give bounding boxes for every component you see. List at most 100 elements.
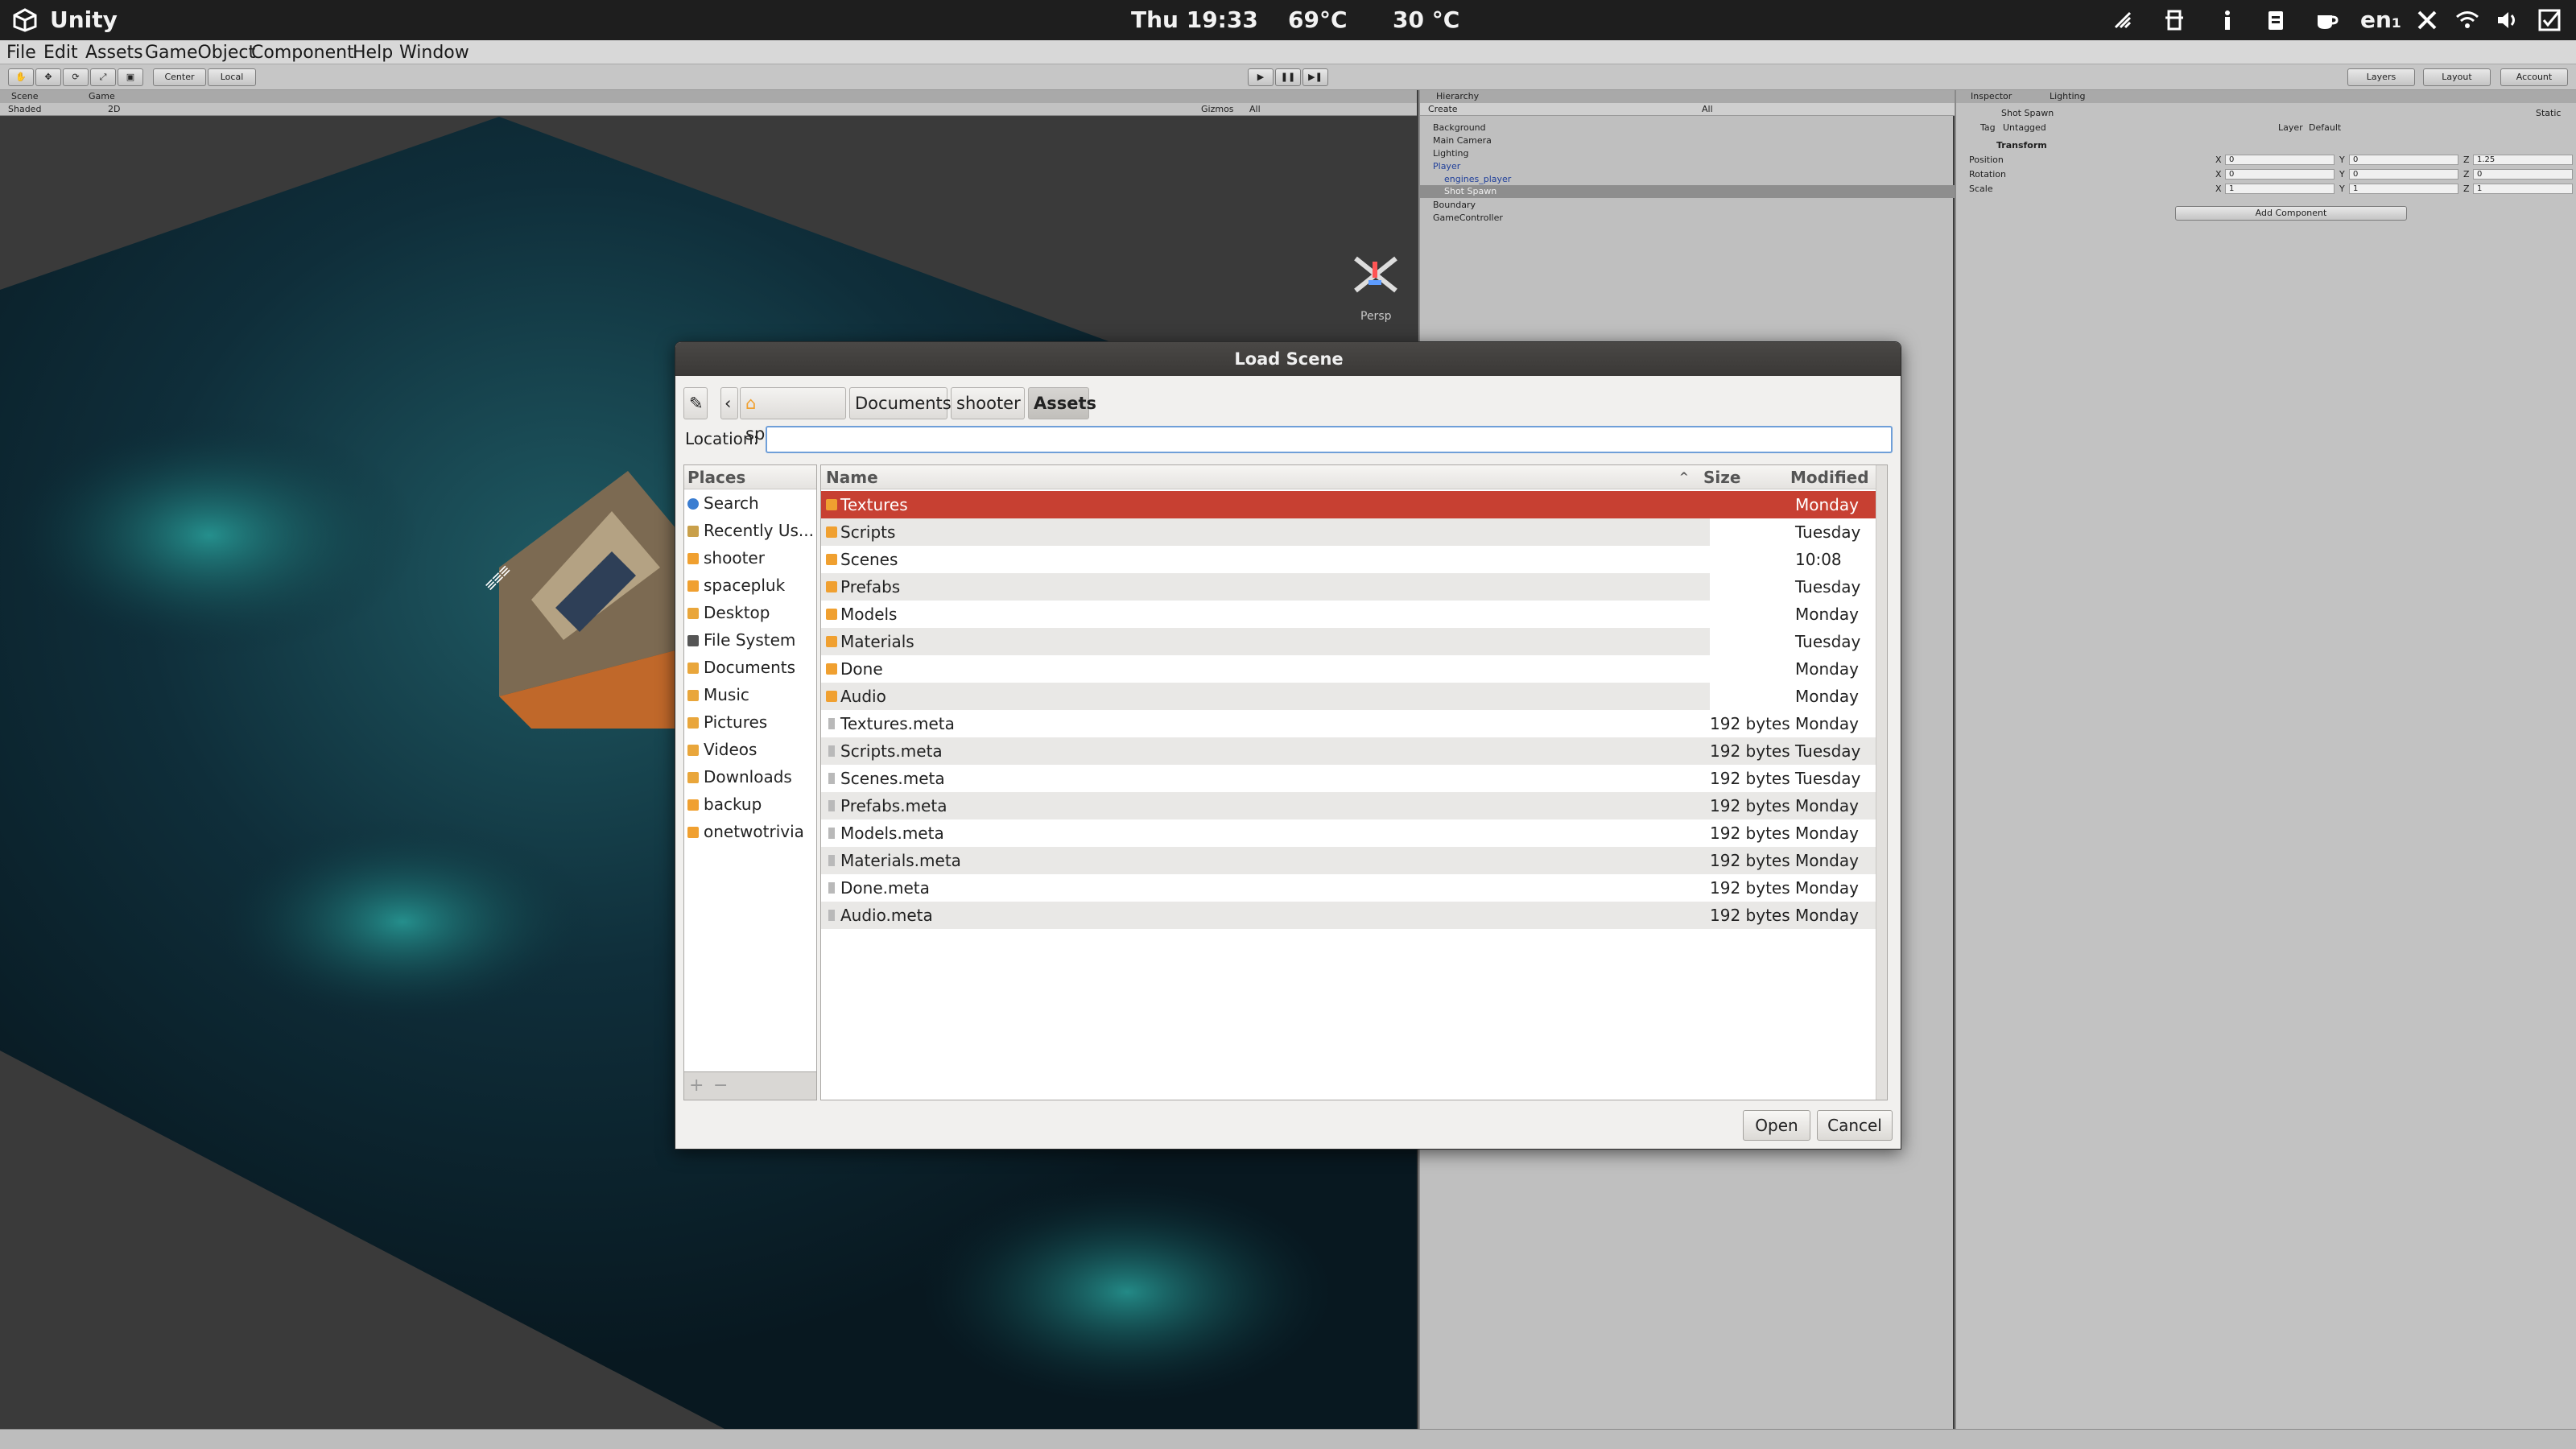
scale-x-field[interactable]: 1 <box>2225 184 2334 194</box>
file-row[interactable]: Models Monday <box>821 601 1876 628</box>
move-tool-button[interactable]: ✥ <box>35 68 61 86</box>
static-checkbox[interactable]: Static <box>2536 108 2561 118</box>
place-pictures[interactable]: Pictures <box>687 710 816 734</box>
play-button[interactable]: ▶ <box>1248 68 1274 86</box>
hierarchy-item-boundary[interactable]: Boundary <box>1433 200 1476 210</box>
file-row[interactable]: Done Monday <box>821 655 1876 683</box>
rotation-x-field[interactable]: 0 <box>2225 169 2334 180</box>
place-backup[interactable]: backup <box>687 792 816 816</box>
open-button[interactable]: Open <box>1743 1110 1810 1141</box>
place-recently-used[interactable]: Recently Us... <box>687 518 816 543</box>
hierarchy-item-lighting[interactable]: Lighting <box>1433 148 1468 159</box>
scale-z-field[interactable]: 1 <box>2473 184 2573 194</box>
pivot-center-button[interactable]: Center <box>153 68 206 86</box>
tab-lighting[interactable]: Lighting <box>2050 91 2085 101</box>
path-back-button[interactable]: ‹ <box>720 387 738 419</box>
file-row[interactable]: Prefabs.meta 192 bytes Monday <box>821 792 1876 819</box>
menu-component[interactable]: Component <box>251 43 354 63</box>
location-input[interactable] <box>766 426 1893 453</box>
menu-gameobject[interactable]: GameObject <box>145 43 255 63</box>
layer-dropdown[interactable]: Default <box>2309 122 2341 133</box>
pause-button[interactable]: ❚❚ <box>1275 68 1301 86</box>
tab-scene[interactable]: Scene <box>11 91 39 101</box>
clock[interactable]: Thu 19:33 <box>1131 6 1258 33</box>
weather-indicator[interactable]: 30 °C <box>1393 6 1459 33</box>
rect-tool-button[interactable]: ▣ <box>118 68 143 86</box>
hierarchy-item-shot-spawn[interactable]: Shot Spawn <box>1444 186 1496 196</box>
rotation-y-field[interactable]: 0 <box>2349 169 2458 180</box>
transform-component-header[interactable]: Transform <box>1996 140 2047 151</box>
account-dropdown[interactable]: Account <box>2500 68 2568 86</box>
menu-window[interactable]: Window <box>399 43 469 63</box>
file-row[interactable]: Scripts Tuesday <box>821 518 1876 546</box>
hand-tool-button[interactable]: ✋ <box>8 68 34 86</box>
place-search[interactable]: Search <box>687 491 816 515</box>
tab-hierarchy[interactable]: Hierarchy <box>1436 91 1479 101</box>
keyboard-layout[interactable]: en₁ <box>2360 6 2401 33</box>
cancel-button[interactable]: Cancel <box>1817 1110 1893 1141</box>
file-list-scrollbar[interactable] <box>1876 465 1887 1100</box>
place-downloads[interactable]: Downloads <box>687 765 816 789</box>
place-file-system[interactable]: File System <box>687 628 816 652</box>
column-name-header[interactable]: Name <box>826 465 878 489</box>
hierarchy-item-player[interactable]: Player <box>1433 161 1460 171</box>
add-component-button[interactable]: Add Component <box>2175 206 2407 221</box>
menu-edit[interactable]: Edit <box>43 43 78 63</box>
file-row[interactable]: Scripts.meta 192 bytes Tuesday <box>821 737 1876 765</box>
position-z-field[interactable]: 1.25 <box>2473 155 2573 165</box>
hierarchy-item-main-camera[interactable]: Main Camera <box>1433 135 1492 146</box>
place-spacepluk[interactable]: spacepluk <box>687 573 816 597</box>
place-documents[interactable]: Documents <box>687 655 816 679</box>
position-x-field[interactable]: 0 <box>2225 155 2334 165</box>
rotation-z-field[interactable]: 0 <box>2473 169 2573 180</box>
2d-toggle[interactable]: 2D <box>108 104 120 114</box>
pivot-local-button[interactable]: Local <box>208 68 256 86</box>
cpu-temperature[interactable]: 69°C <box>1288 6 1348 33</box>
dialog-title[interactable]: Load Scene <box>675 342 1901 376</box>
column-size-header[interactable]: Size <box>1703 465 1740 489</box>
rotate-tool-button[interactable]: ⟳ <box>63 68 89 86</box>
file-row[interactable]: Materials.meta 192 bytes Monday <box>821 847 1876 874</box>
position-y-field[interactable]: 0 <box>2349 155 2458 165</box>
step-button[interactable]: ▶❚ <box>1302 68 1328 86</box>
network-activity-icon[interactable] <box>2111 8 2135 32</box>
caffeine-cup-icon[interactable] <box>2314 8 2339 32</box>
layers-dropdown[interactable]: Layers <box>2347 68 2415 86</box>
info-icon[interactable] <box>2215 8 2240 32</box>
session-check-icon[interactable] <box>2537 8 2562 32</box>
volume-icon[interactable] <box>2496 8 2520 32</box>
file-row[interactable]: Audio.meta 192 bytes Monday <box>821 902 1876 929</box>
file-row[interactable]: Textures.meta 192 bytes Monday <box>821 710 1876 737</box>
file-row[interactable]: Materials Tuesday <box>821 628 1876 655</box>
object-name-field[interactable]: Shot Spawn <box>2001 108 2054 118</box>
menu-file[interactable]: File <box>6 43 36 63</box>
tag-dropdown[interactable]: Untagged <box>2003 122 2046 133</box>
file-row[interactable]: Textures Monday <box>821 491 1876 518</box>
column-modified-header[interactable]: Modified <box>1790 465 1869 489</box>
place-desktop[interactable]: Desktop <box>687 601 816 625</box>
unity-logo-icon[interactable] <box>13 8 37 32</box>
crumb-shooter[interactable]: shooter <box>951 387 1025 419</box>
hierarchy-create-button[interactable]: Create <box>1428 104 1458 114</box>
file-row[interactable]: Done.meta 192 bytes Monday <box>821 874 1876 902</box>
add-bookmark-button[interactable]: + <box>689 1075 704 1096</box>
place-music[interactable]: Music <box>687 683 816 707</box>
shading-mode-dropdown[interactable]: Shaded <box>8 104 41 114</box>
hierarchy-item-gamecontroller[interactable]: GameController <box>1433 213 1503 223</box>
file-row[interactable]: Scenes 10:08 <box>821 546 1876 573</box>
file-row[interactable]: Audio Monday <box>821 683 1876 710</box>
file-row[interactable]: Models.meta 192 bytes Monday <box>821 819 1876 847</box>
hierarchy-item-background[interactable]: Background <box>1433 122 1486 133</box>
crumb-documents[interactable]: Documents <box>849 387 952 419</box>
menu-help[interactable]: Help <box>353 43 393 63</box>
hierarchy-item-engines-player[interactable]: engines_player <box>1444 174 1511 184</box>
hierarchy-search-input[interactable]: All <box>1702 104 1713 114</box>
place-onetwotrivia[interactable]: onetwotrivia <box>687 819 816 844</box>
crumb-assets[interactable]: Assets <box>1028 387 1096 419</box>
place-shooter[interactable]: shooter <box>687 546 816 570</box>
scene-search-input[interactable]: All <box>1249 104 1261 114</box>
app-indicator-icon[interactable] <box>2162 8 2186 32</box>
file-row[interactable]: Scenes.meta 192 bytes Tuesday <box>821 765 1876 792</box>
clipboard-icon[interactable] <box>2264 8 2288 32</box>
remove-bookmark-button[interactable]: − <box>713 1075 728 1096</box>
